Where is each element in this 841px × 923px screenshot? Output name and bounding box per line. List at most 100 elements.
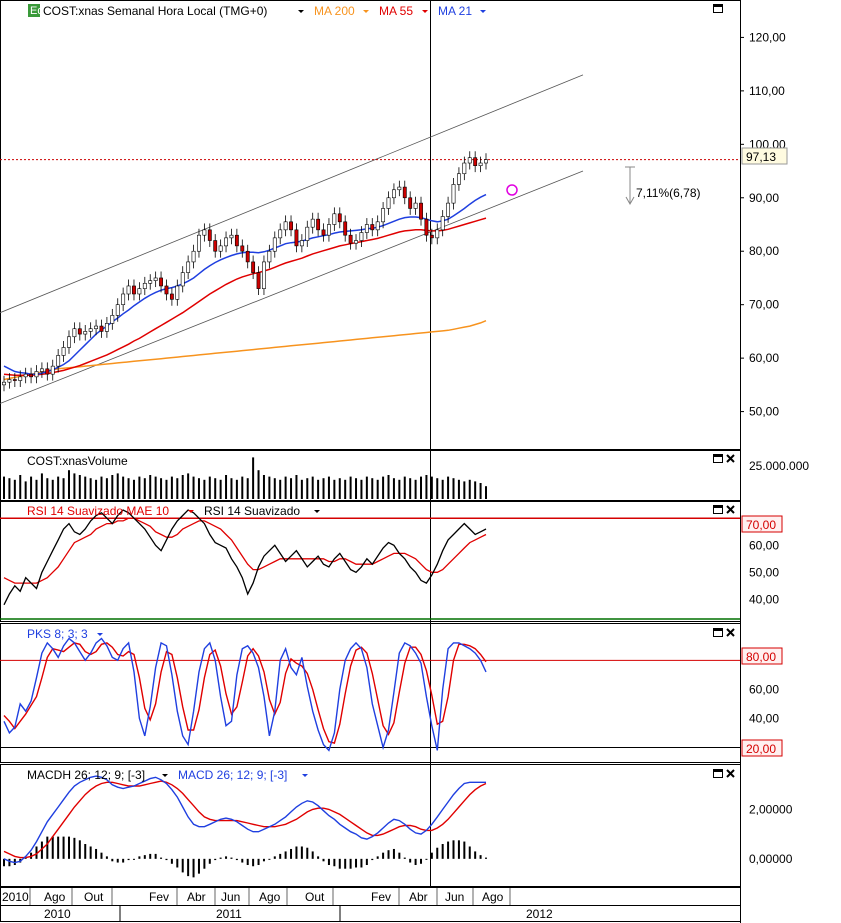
volume-maximize-icon[interactable] [713,454,723,463]
macdh-title[interactable]: MACDH 26; 12; 9; [-3] [27,768,145,782]
price-tick-label: 50,00 [749,405,779,419]
volume-bar [181,475,184,499]
volume-bar [143,478,146,499]
candle-body [272,237,277,252]
last-price-marker: 97,13 [741,147,788,165]
ma55-line [3,217,487,376]
pks-maximize-icon[interactable] [713,628,723,637]
macdh-bar [262,858,265,862]
candle-body [305,226,310,241]
volume-bar [73,473,76,499]
candle-body [354,240,358,244]
volume-bar [30,476,33,499]
candle-body [234,234,239,247]
macdh-bar [463,841,466,859]
candle-body [67,336,71,348]
macdh-bar [143,855,146,859]
price-maximize-icon[interactable] [713,4,723,13]
volume-bar [474,481,477,499]
volume-bar [24,481,27,499]
ma200-label[interactable]: MA 200 [314,4,355,18]
macdh-bar [176,858,179,868]
macd-maximize-icon[interactable] [713,769,723,778]
symbol-dropdown-icon[interactable] [298,10,304,13]
volume-bar [355,478,358,499]
x-month-label: Out [305,890,325,904]
macd-title[interactable]: MACD 26; 12; 9; [-3] [178,768,287,782]
ma55-dropdown-icon[interactable] [422,10,428,13]
macdh-bar [73,837,76,859]
ma200-dropdown-icon[interactable] [363,10,369,13]
volume-bar [317,479,320,499]
macdh-bar [322,858,325,862]
candle-body [240,245,245,252]
volume-bar [468,479,471,499]
volume-close-icon[interactable] [726,454,735,463]
volume-bar [403,476,406,499]
macdh-bar [414,858,417,866]
x-month-label: Ago [259,890,281,904]
candle-body [213,240,218,252]
channel-lower-line [0,170,584,404]
macdh-bar [111,858,114,862]
macd-dropdown-icon[interactable] [302,774,308,777]
x-month-label: Fev [371,890,391,904]
macdh-bar [225,856,228,859]
pks-dropdown-icon[interactable] [97,633,103,636]
candle-body [148,280,153,284]
volume-bar [230,478,233,499]
candle-body [34,371,39,378]
rsi-title-signal[interactable]: RSI 14 Suavizado MAE 10 [27,504,169,518]
rsi-layer [0,509,740,620]
macdh-bar [219,857,222,859]
macdh-bar [306,847,309,859]
candle-body [435,229,440,239]
macdh-bar [208,858,211,864]
macdh-bar [398,852,401,859]
macdh-dropdown-icon[interactable] [162,774,168,777]
candle-body [408,197,413,209]
volume-header: COST:xnasVolume 25.000.000 [27,454,809,473]
ma21-dropdown-icon[interactable] [480,10,486,13]
x-month-label: Ago [44,890,66,904]
volume-bar [13,479,16,499]
alert-circle-icon[interactable] [506,184,518,196]
candle-body [332,213,337,225]
ma21-label[interactable]: MA 21 [438,4,472,18]
rsi-main-dropdown-icon[interactable] [314,510,320,513]
measure-tool[interactable]: 7,11%(6,78) [625,166,700,206]
ma55-label[interactable]: MA 55 [379,4,413,18]
pks-y-axis: 60,00 40,00 [749,682,779,725]
volume-bar [192,476,195,499]
macdh-bar [474,851,477,859]
candle-body [462,162,467,175]
rsi-signal-line [3,517,487,584]
x-year-label: 2011 [216,907,242,921]
rsi-close-icon[interactable] [726,505,735,514]
macdh-bar [241,858,244,863]
pks-close-icon[interactable] [726,628,735,637]
price-tick-label: 90,00 [749,191,779,205]
candle-body [23,373,28,378]
volume-title[interactable]: COST:xnasVolume [27,454,128,468]
volume-bar [327,476,330,499]
volume-bar [262,475,265,499]
macdh-bar [122,858,125,863]
macdh-bar [333,858,336,867]
candle-body [7,379,12,383]
macdh-bar [430,852,433,859]
macdh-bar [203,858,206,869]
candle-body [370,224,375,231]
macdh-bar [376,856,379,859]
rsi-title-main[interactable]: RSI 14 Suavizado [204,504,300,518]
macdh-bar [252,858,255,867]
macdh-bar [452,840,455,859]
candle-body [83,331,88,335]
symbol-title[interactable]: COST:xnas Semanal Hora Local (TMG+0) [43,4,267,18]
macd-close-icon[interactable] [726,769,735,778]
x-axis: 2010 Ago Out Fev Abr Jun Ago Out Fev Abr Jun Ago 201… [0,888,740,922]
rsi-maximize-icon[interactable] [713,505,723,514]
volume-bar [382,476,385,499]
pks-title[interactable]: PKS 8; 3; 3 [27,627,88,641]
price-tick-label: 70,00 [749,298,779,312]
